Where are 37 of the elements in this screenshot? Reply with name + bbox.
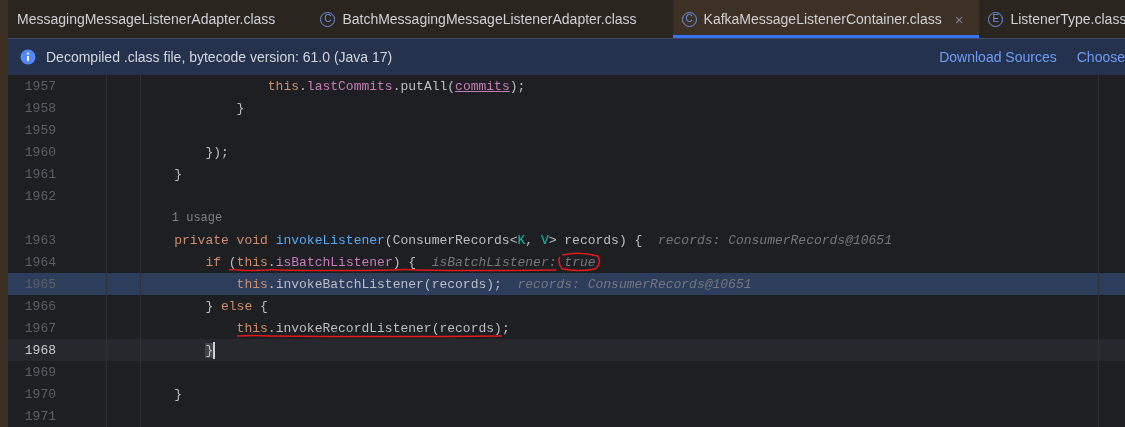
line-number: 1963 [23, 232, 56, 248]
banner-link[interactable]: Download Sources [939, 49, 1057, 66]
code-line: } else { [204, 298, 268, 314]
line-number: 1970 [23, 386, 56, 402]
text-cursor [213, 341, 216, 359]
line-number: 1960 [23, 144, 56, 160]
code-line: } [173, 386, 182, 402]
line-number: 1969 [23, 364, 56, 380]
code-line: this.invokeRecordListener(records); [235, 320, 510, 336]
inlay-hint: records: ConsumerRecords@10651 [657, 232, 892, 248]
line-number: 1959 [23, 122, 56, 138]
line-number: 1964 [23, 254, 56, 270]
line-number: 1961 [23, 166, 56, 182]
inlay-hint: records: ConsumerRecords@10651 [517, 276, 752, 292]
code-line: } [235, 100, 245, 116]
line-number: 1971 [23, 408, 56, 424]
line-number: 1962 [23, 188, 56, 204]
code-line: if (this.isBatchListener) { [204, 254, 417, 270]
code-line: this.lastCommits.putAll(commits); [266, 78, 526, 94]
editor-tab[interactable]: C KafkaMessageListenerContainer.class × [672, 0, 980, 39]
line-number: 1958 [23, 100, 56, 116]
banner-message: Decompiled .class file, bytecode version: 61.0 (Java 17) [46, 49, 393, 66]
banner-link[interactable]: Choose [1076, 49, 1125, 66]
editor-tab[interactable]: E ListenerType.class [979, 0, 1125, 39]
inlay-hint: isBatchListener: true [431, 254, 596, 270]
line-number: 1967 [23, 320, 56, 336]
info-icon [20, 49, 36, 66]
code-line: } [173, 166, 182, 182]
usage-hint[interactable]: 1 usage [143, 211, 223, 225]
editor-tab[interactable]: MessagingMessageListenerAdapter.class [8, 0, 292, 39]
line-number: 1957 [23, 78, 56, 94]
line-number: 1966 [23, 298, 56, 314]
code-line: this.invokeBatchListener(records); [235, 276, 502, 292]
code-line: }); [204, 144, 229, 160]
code-line: private void invokeListener(ConsumerRecords<K, V> records) { [173, 232, 643, 248]
line-number: 1968 [23, 342, 56, 358]
editor-tab[interactable]: C BatchMessagingMessageListenerAdapter.class [311, 0, 653, 39]
